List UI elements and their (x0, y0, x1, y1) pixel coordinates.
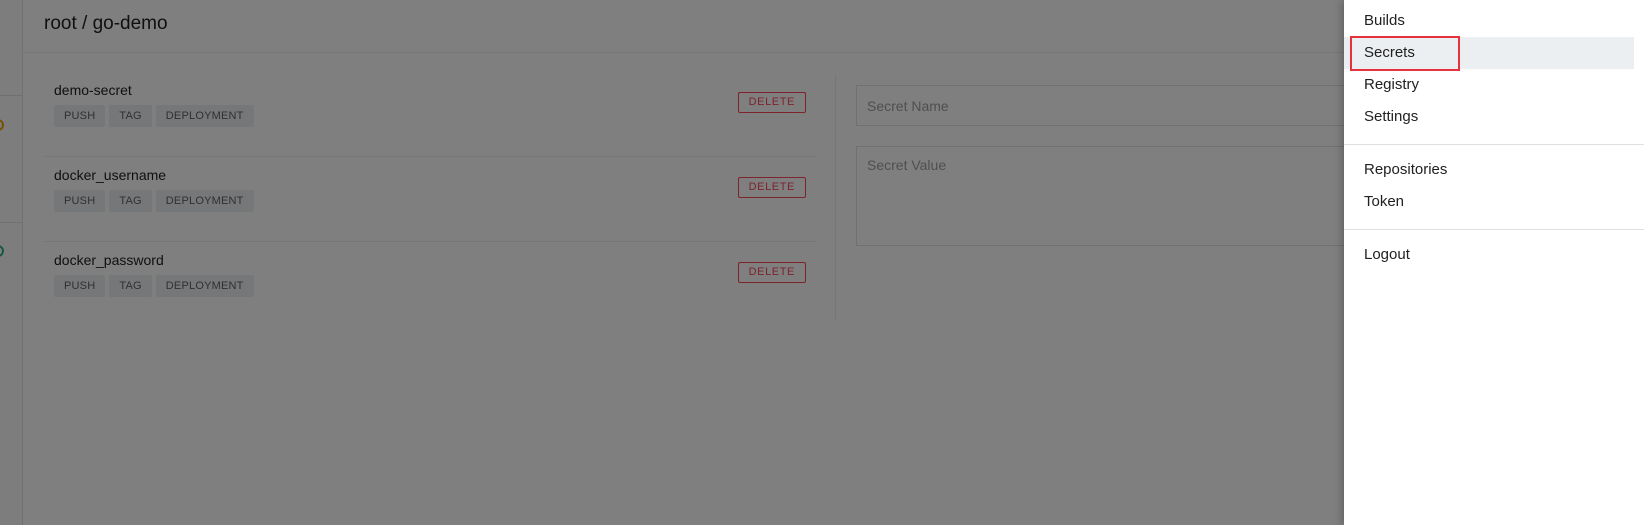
user-menu-drawer: Builds Secrets Registry Settings Reposit… (1344, 0, 1644, 525)
menu-item-token[interactable]: Token (1344, 186, 1634, 218)
menu-item-repositories[interactable]: Repositories (1344, 154, 1634, 186)
menu-item-builds[interactable]: Builds (1344, 5, 1634, 37)
menu-divider (1344, 144, 1644, 145)
menu-item-logout[interactable]: Logout (1344, 239, 1634, 271)
menu-divider (1344, 229, 1644, 230)
menu-item-registry[interactable]: Registry (1344, 69, 1634, 101)
menu-item-secrets[interactable]: Secrets (1344, 37, 1634, 69)
menu-item-settings[interactable]: Settings (1344, 101, 1634, 133)
